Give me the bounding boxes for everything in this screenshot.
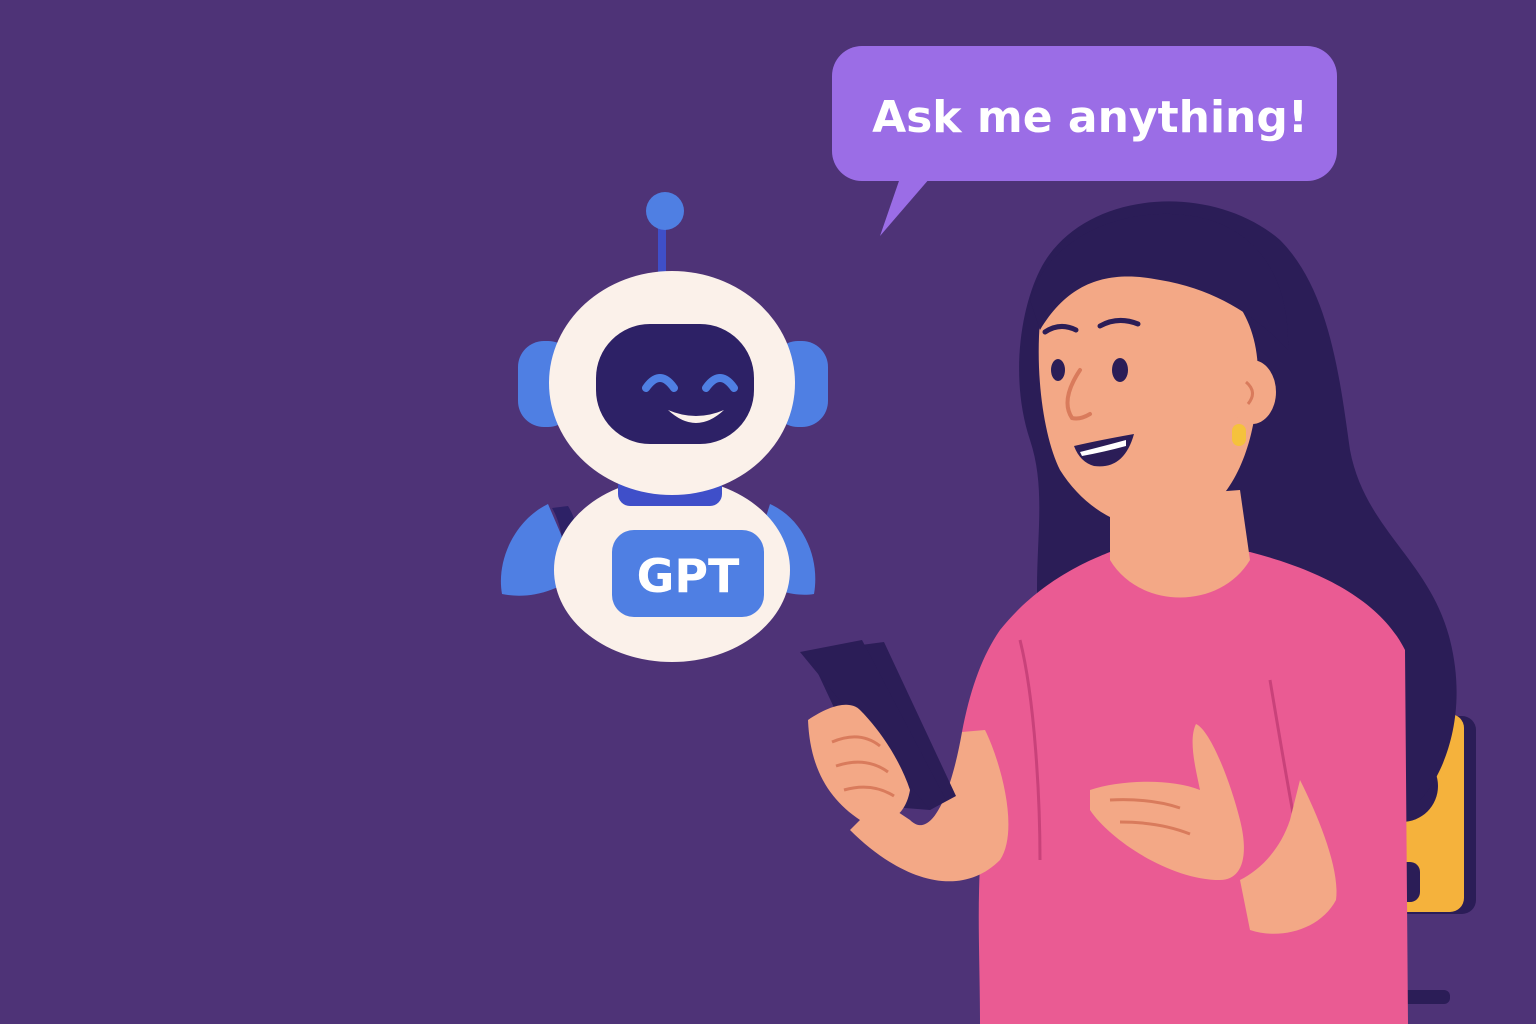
speech-bubble-text: Ask me anything!: [872, 92, 1308, 143]
illustration-canvas: Ask me anything! GPT: [0, 0, 1536, 1024]
right-eye: [1112, 358, 1128, 382]
illustration-scene: Ask me anything! GPT: [0, 0, 1536, 1024]
left-eye: [1051, 359, 1065, 381]
robot-badge-text: GPT: [637, 549, 740, 603]
earring: [1232, 424, 1246, 446]
robot-antenna-tip: [646, 192, 684, 230]
